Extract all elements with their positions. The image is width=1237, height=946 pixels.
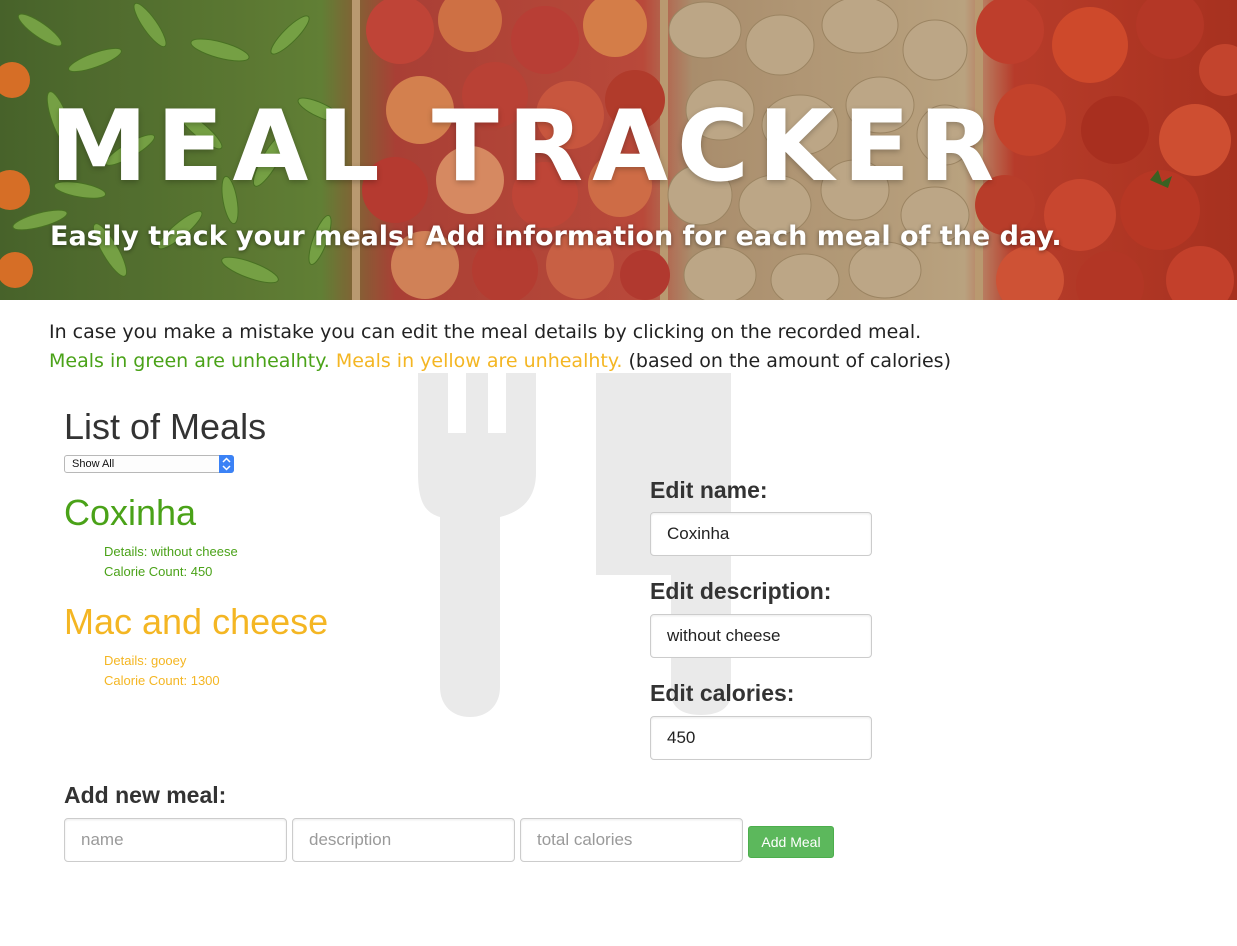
edit-name-input[interactable] — [650, 512, 872, 556]
add-meal-button[interactable]: Add Meal — [748, 826, 834, 858]
meal-filter-select[interactable]: Show All — [64, 455, 234, 473]
meal-details: Details: gooey — [104, 653, 187, 668]
new-meal-calories-input[interactable] — [520, 818, 743, 862]
page-subtitle: Easily track your meals! Add information… — [50, 221, 1062, 252]
meal-name[interactable]: Mac and cheese — [64, 600, 328, 644]
add-meal-title: Add new meal: — [64, 782, 227, 808]
green-legend: Meals in green are unhealhty. — [49, 350, 330, 372]
edit-name-label: Edit name: — [650, 477, 768, 503]
legend-suffix: (based on the amount of calories) — [628, 350, 951, 372]
select-arrows-icon — [219, 455, 234, 473]
edit-description-label: Edit description: — [650, 578, 832, 604]
hero-banner: MEAL TRACKER Easily track your meals! Ad… — [0, 0, 1237, 300]
meal-details: Details: without cheese — [104, 544, 238, 559]
meal-calories: Calorie Count: 450 — [104, 564, 213, 579]
yellow-legend: Meals in yellow are unhealhty. — [335, 350, 623, 372]
meal-name[interactable]: Coxinha — [64, 491, 196, 535]
filter-selected-value: Show All — [72, 458, 115, 470]
edit-calories-input[interactable] — [650, 716, 872, 760]
intro-text: In case you make a mistake you can edit … — [49, 318, 951, 376]
page-title: MEAL TRACKER — [50, 90, 1004, 204]
intro-line: In case you make a mistake you can edit … — [49, 321, 922, 343]
list-title: List of Meals — [64, 406, 267, 447]
meal-calories: Calorie Count: 1300 — [104, 673, 220, 688]
edit-calories-label: Edit calories: — [650, 680, 795, 706]
new-meal-name-input[interactable] — [64, 818, 287, 862]
new-meal-description-input[interactable] — [292, 818, 515, 862]
edit-description-input[interactable] — [650, 614, 872, 658]
